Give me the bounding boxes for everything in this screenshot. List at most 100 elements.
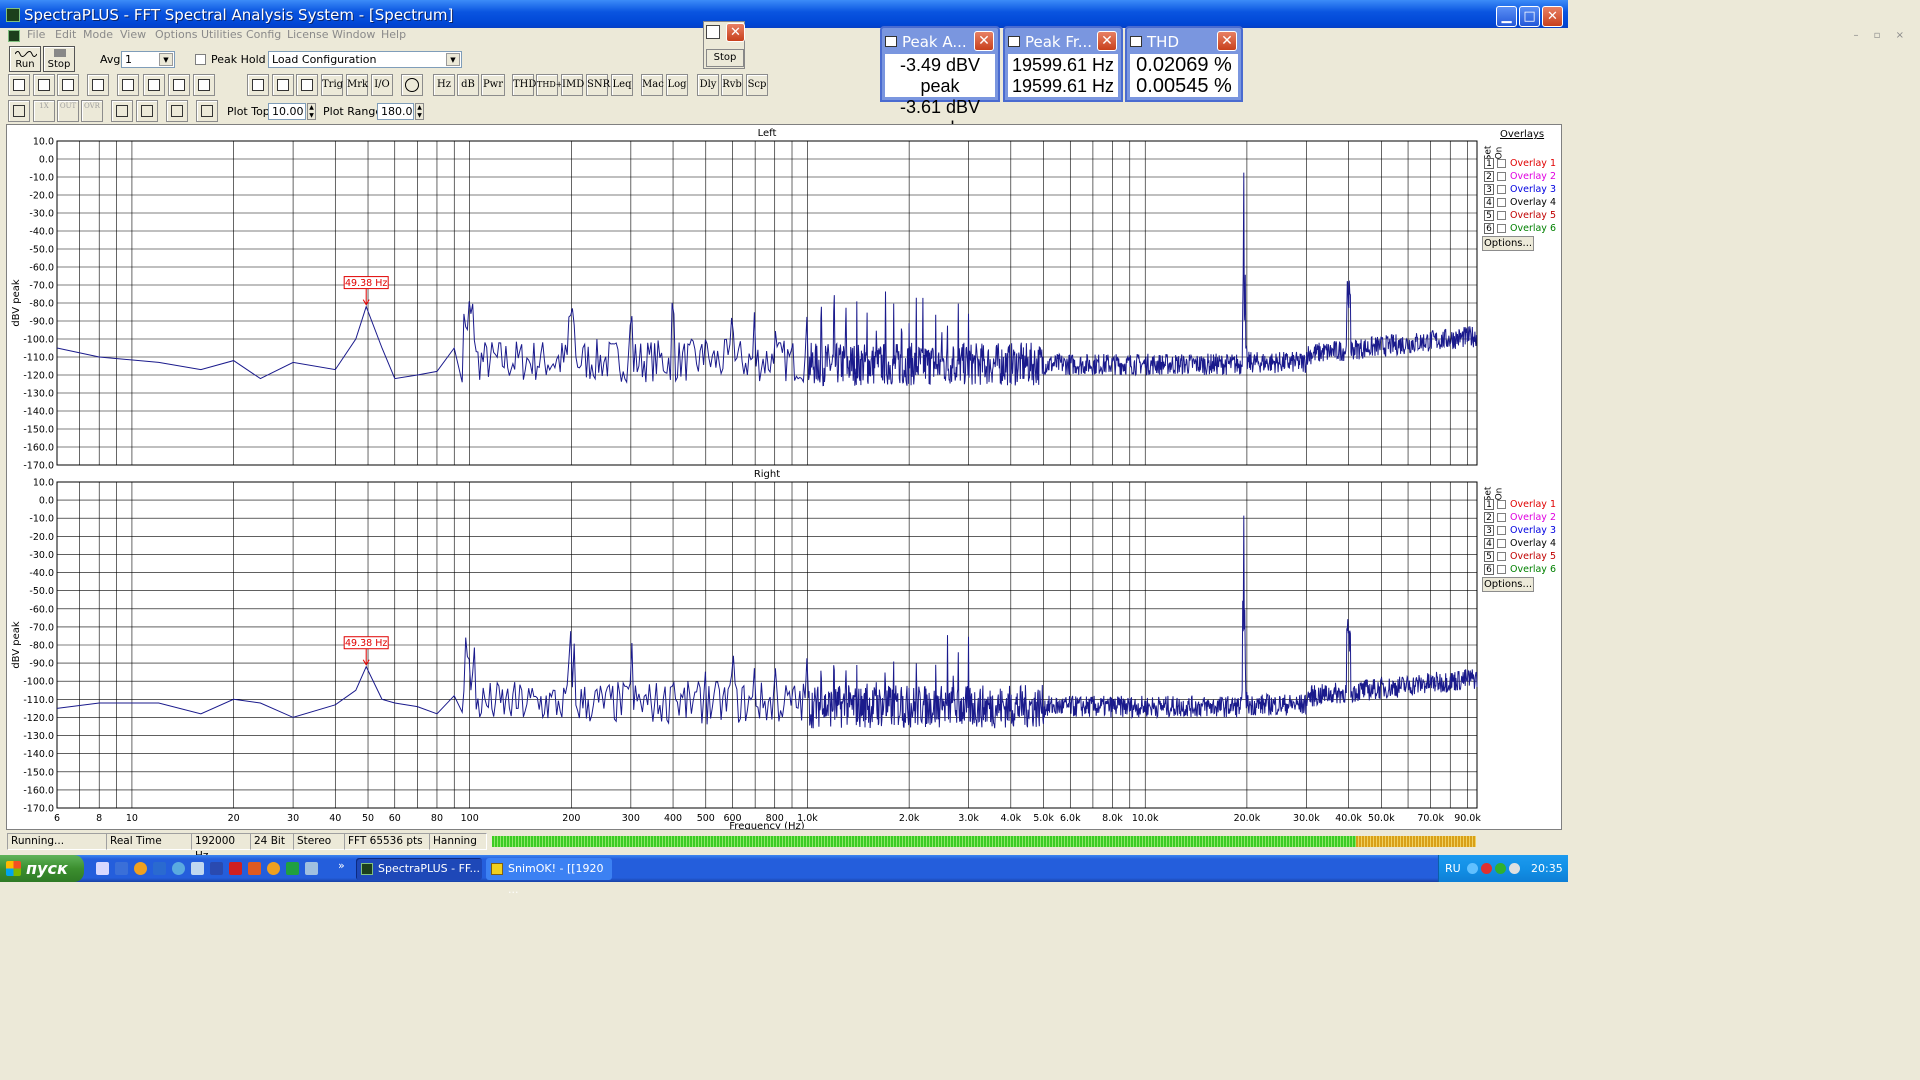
avg-select[interactable]: 1 ▼ [121, 51, 175, 68]
overlay-set-button-6[interactable]: 6 [1484, 564, 1494, 575]
overlay-on-checkbox-1[interactable] [1497, 159, 1506, 168]
toolbar-db-button[interactable]: dB [457, 74, 479, 96]
overlay-set-button-6[interactable]: 6 [1484, 223, 1494, 234]
minimize-button[interactable]: ▁ [1496, 6, 1517, 27]
peak-amplitude-meter[interactable]: Peak A... ✕ -3.49 dBV peak -3.61 dBV pea… [880, 26, 1000, 138]
quicklaunch-firefox-icon[interactable] [134, 862, 147, 875]
overlay-set-button-5[interactable]: 5 [1484, 551, 1494, 562]
stop-button[interactable]: Stop [43, 46, 75, 72]
overlay-on-checkbox-5[interactable] [1497, 211, 1506, 220]
overlay-set-button-1[interactable]: 1 [1484, 158, 1494, 169]
chevron-down-icon[interactable]: ▼ [159, 53, 173, 66]
waveform-button[interactable] [143, 74, 165, 96]
toolbar-imd-button[interactable]: IMD [561, 74, 584, 96]
overlay-on-checkbox-6[interactable] [1497, 565, 1506, 574]
toolbar-rvb-button[interactable]: Rvb [721, 74, 743, 96]
overlay-set-button-2[interactable]: 2 [1484, 171, 1494, 182]
peak-button[interactable] [111, 100, 133, 122]
overlay-on-checkbox-1[interactable] [1497, 500, 1506, 509]
save-disabled-button[interactable] [57, 74, 79, 96]
toolbar-dly-button[interactable]: Dly [697, 74, 719, 96]
marker-button[interactable] [296, 74, 318, 96]
toolbar-mac-button[interactable]: Mac [641, 74, 664, 96]
menu-license[interactable]: License [287, 28, 328, 41]
plot-range-input[interactable]: 180.0 [377, 103, 414, 120]
language-indicator[interactable]: RU [1445, 862, 1461, 875]
menu-utilities[interactable]: Utilities [201, 28, 242, 41]
plot-range-spinner[interactable]: ▲ ▼ [415, 103, 424, 120]
quicklaunch-app-icon[interactable] [210, 862, 223, 875]
toolbar-i/o-button[interactable]: I/O [371, 74, 393, 96]
new-file-button[interactable] [8, 74, 30, 96]
task-spectraplus[interactable]: SpectraPLUS - FF... [356, 858, 482, 880]
plot-left[interactable]: Left 10.0 0.0 -10.0 -20.0 -30.0 -40.0 -50.0 -60.… [11, 128, 1478, 472]
toolbar-trig-button[interactable]: Trig [321, 74, 343, 96]
task-snimok[interactable]: SnimOK! - [[1920 ... [486, 858, 612, 896]
menu-file[interactable]: File [27, 28, 45, 41]
overlay-on-checkbox-4[interactable] [1497, 198, 1506, 207]
app-icon[interactable] [6, 8, 20, 22]
spectrogram-button[interactable] [193, 74, 215, 96]
quicklaunch-desktop-icon[interactable] [115, 862, 128, 875]
tray-green-icon[interactable] [1495, 863, 1506, 874]
plot-right[interactable]: Right 10.0 0.0 -10.0 -20.0 -30.0 -40.0 -50.0 -60… [11, 469, 1478, 815]
peak-hold-checkbox[interactable] [195, 54, 206, 65]
overlay-on-checkbox-6[interactable] [1497, 224, 1506, 233]
chevron-down-icon[interactable]: ▼ [446, 53, 460, 66]
close-button[interactable]: ✕ [1542, 6, 1563, 27]
quicklaunch-explorer-icon[interactable] [153, 862, 166, 875]
quicklaunch-ie-icon[interactable] [96, 862, 109, 875]
plot-top-spinner[interactable]: ▲ ▼ [307, 103, 316, 120]
overlay-set-button-2[interactable]: 2 [1484, 512, 1494, 523]
peak-frequency-meter[interactable]: Peak Fr... ✕ 19599.61 Hz 19599.61 Hz [1003, 26, 1123, 102]
quicklaunch-network-icon[interactable] [172, 862, 185, 875]
range-button[interactable] [196, 100, 218, 122]
overlay-on-checkbox-3[interactable] [1497, 185, 1506, 194]
quicklaunch-orb-icon[interactable] [267, 862, 280, 875]
zoom-button[interactable] [8, 100, 30, 122]
tray-network-icon[interactable] [1509, 863, 1520, 874]
stop-window-button[interactable]: Stop [706, 49, 744, 67]
overlay-on-checkbox-2[interactable] [1497, 172, 1506, 181]
close-icon[interactable]: ✕ [1097, 31, 1117, 51]
run-button[interactable]: Run [9, 46, 41, 72]
menu-config[interactable]: Config [246, 28, 281, 41]
histogram-button[interactable] [136, 100, 158, 122]
toolbar-thd-button[interactable]: THD [512, 74, 536, 96]
cursor-over-button[interactable]: OVR [81, 100, 103, 122]
overlay-options-button[interactable]: Options... [1482, 236, 1534, 251]
close-icon[interactable]: ✕ [974, 31, 994, 51]
quicklaunch-chevron[interactable]: » [338, 859, 345, 872]
overlay-on-checkbox-4[interactable] [1497, 539, 1506, 548]
menu-window[interactable]: Window [332, 28, 375, 41]
overlay-on-checkbox-2[interactable] [1497, 513, 1506, 522]
axis-button[interactable] [272, 74, 294, 96]
toolbar-snr-button[interactable]: SNR [586, 74, 610, 96]
toolbar-thdnn-button[interactable]: THD+N [536, 74, 569, 96]
signal-button[interactable] [168, 74, 190, 96]
overlay-on-checkbox-5[interactable] [1497, 552, 1506, 561]
maximize-button[interactable]: □ [1519, 6, 1540, 27]
menu-edit[interactable]: Edit [55, 28, 76, 41]
menu-mode[interactable]: Mode [83, 28, 113, 41]
toolbar-scp-button[interactable]: Scp [746, 74, 768, 96]
overlay-on-checkbox-3[interactable] [1497, 526, 1506, 535]
close-icon[interactable]: ✕ [1217, 31, 1237, 51]
oscillator-button[interactable] [401, 74, 423, 96]
list-button[interactable] [247, 74, 269, 96]
overlay-set-button-5[interactable]: 5 [1484, 210, 1494, 221]
menu-help[interactable]: Help [381, 28, 406, 41]
overlay-set-button-3[interactable]: 3 [1484, 525, 1494, 536]
spectrum-plots[interactable]: Left10.00.0-10.0-20.0-30.0-40.0-50.0-60.… [7, 125, 1561, 829]
toolbar-pwr-button[interactable]: Pwr [481, 74, 505, 96]
toolbar-mrk-button[interactable]: Mrk [346, 74, 368, 96]
toolbar-log-button[interactable]: Log [666, 74, 688, 96]
mdi-window-controls[interactable]: – ▫ × [1853, 30, 1910, 41]
quicklaunch-filezilla-icon[interactable] [229, 862, 242, 875]
quicklaunch-green-icon[interactable] [286, 862, 299, 875]
start-button[interactable]: пуск [0, 855, 84, 882]
overlay-set-button-3[interactable]: 3 [1484, 184, 1494, 195]
quicklaunch-tool-icon[interactable] [191, 862, 204, 875]
cursor-1x-button[interactable]: OUT [57, 100, 79, 122]
overlay-set-button-4[interactable]: 4 [1484, 197, 1494, 208]
